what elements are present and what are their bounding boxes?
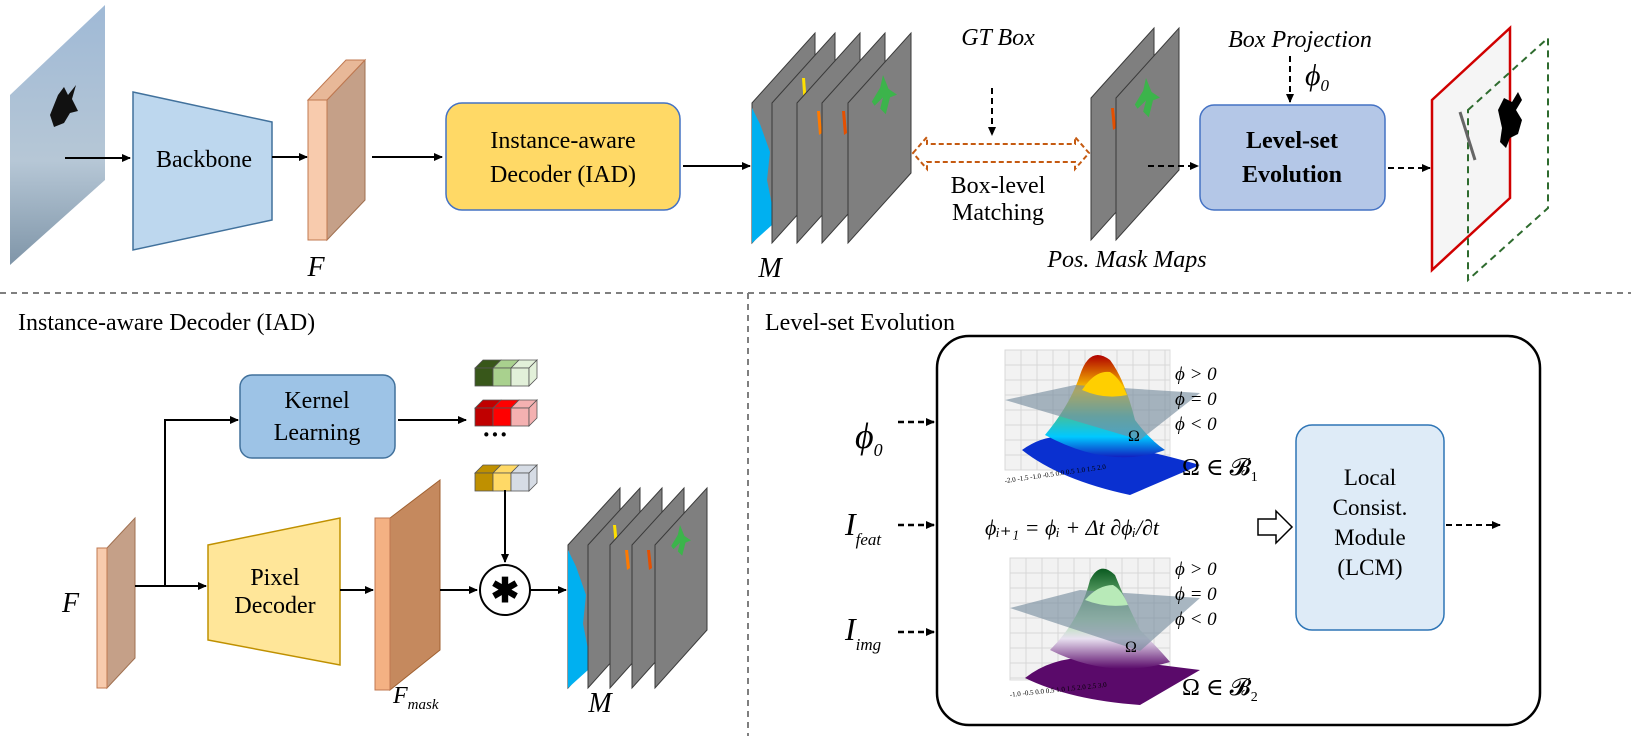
plot1-phi-pos: ϕ > 0 [1175, 364, 1217, 385]
kernel-label-line2: Learning [274, 420, 361, 446]
plot2-phi-neg: ϕ < 0 [1175, 609, 1217, 630]
mask-label: M [757, 253, 783, 284]
kernel-label-line1: Kernel [284, 388, 350, 414]
phi0-symbol: ϕ0 [1305, 59, 1330, 95]
convolution-operator: ✱ [479, 564, 531, 616]
lcm-label-line3: Module [1334, 525, 1406, 550]
input-image [10, 5, 105, 265]
lse-label-line2: Evolution [1242, 162, 1342, 188]
plot2-phi-pos: ϕ > 0 [1175, 559, 1217, 580]
kernel-cube [492, 472, 512, 492]
input-iimg: Iimg [844, 611, 881, 654]
kernel-cube [510, 367, 530, 387]
plot1-phi-zero: ϕ = 0 [1175, 389, 1217, 410]
level-set-evolution-block: Level-set Evolution [1199, 104, 1386, 211]
plot2-omega: Ω [1125, 639, 1137, 656]
pixel-label-line2: Decoder [234, 593, 315, 619]
iad-mask-stack-M [567, 486, 708, 690]
gt-box-label: GT Box [961, 25, 1035, 51]
lcm-label-line2: Consist. [1333, 495, 1408, 520]
kernel-cube [474, 472, 494, 492]
feature-label: F [306, 252, 325, 283]
matching-label-line1: Box-level [951, 173, 1046, 199]
box-projection-label: Box Projection [1228, 27, 1372, 53]
lcm-label-line4: (LCM) [1337, 555, 1402, 580]
input-ifeat: Ifeat [844, 506, 882, 549]
fmask-feature-map: Fmask [374, 478, 441, 713]
lse-panel-title: Level-set Evolution [765, 310, 955, 336]
feature-map-F: F [306, 58, 367, 283]
lcm-block: Local Consist. Module (LCM) [1295, 424, 1445, 631]
fmask-label: Fmask [392, 683, 439, 713]
pixel-label-line1: Pixel [250, 565, 300, 591]
output-mask [1430, 25, 1549, 283]
omega-b1: Ω ∈ 𝓑1 [1182, 455, 1258, 485]
level-set-equation: ϕᵢ₊₁ = ϕᵢ + Δt ∂ϕᵢ/∂t [985, 515, 1160, 540]
diagram-canvas: Backbone F Instance-aware Decoder (IAD) … [0, 5, 1631, 736]
iad-label-line2: Decoder (IAD) [490, 162, 636, 188]
iad-mask-label: M [587, 688, 613, 719]
kernels-ellipsis: ··· [482, 420, 508, 449]
positive-mask-maps [1090, 26, 1180, 242]
lse-label-line1: Level-set [1246, 128, 1338, 154]
kernel-cube [474, 367, 494, 387]
box-level-matching-double-arrow [911, 134, 1091, 172]
iad-feature-label: F [61, 588, 80, 619]
hollow-arrow-to-lcm [1257, 509, 1294, 545]
lcm-label-line1: Local [1344, 465, 1396, 490]
plot2-phi-zero: ϕ = 0 [1175, 584, 1217, 605]
plot1-omega: Ω [1128, 428, 1140, 445]
kernel-cube [510, 472, 530, 492]
iad-panel-title: Instance-aware Decoder (IAD) [18, 310, 315, 336]
backbone-block: Backbone [132, 91, 273, 251]
matching-label-line2: Matching [952, 200, 1044, 226]
level-set-plot-2: Ω -1.0 -0.5 0.0 0.5 1.0 1.5 2.0 2.5 3.0 [1009, 557, 1200, 705]
input-phi0: ϕ0 [855, 416, 883, 460]
kernel-cube [492, 367, 512, 387]
pos-mask-label: Pos. Mask Maps [1046, 247, 1206, 273]
diagram: Backbone F Instance-aware Decoder (IAD) … [0, 0, 1631, 736]
pixel-decoder-block: Pixel Decoder [207, 517, 341, 666]
backbone-label: Backbone [156, 147, 252, 173]
iad-feature-map-F: F [61, 516, 136, 690]
iad-label-line1: Instance-aware [490, 128, 635, 154]
omega-b2: Ω ∈ 𝓑2 [1182, 675, 1258, 705]
mask-stack-M [751, 31, 912, 245]
iad-block: Instance-aware Decoder (IAD) [445, 102, 681, 211]
plot1-phi-neg: ϕ < 0 [1175, 414, 1217, 435]
conv-asterisk-icon: ✱ [491, 573, 520, 610]
kernel-learning-block: Kernel Learning [239, 374, 396, 459]
kernel-cube [510, 407, 530, 427]
